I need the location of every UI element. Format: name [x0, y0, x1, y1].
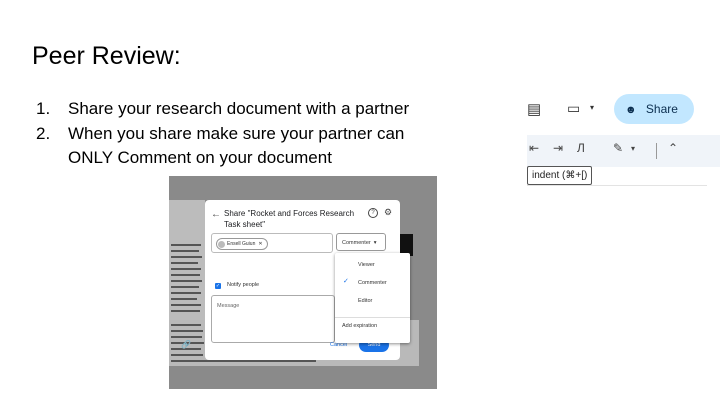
slide-title: Peer Review:	[32, 42, 181, 70]
text-line	[171, 298, 197, 300]
back-arrow-icon[interactable]: ←	[211, 209, 221, 220]
role-label: Commenter	[342, 240, 371, 246]
message-placeholder: Message	[217, 303, 240, 309]
role-menu: Viewer ✓ Commenter Editor Add expiration	[335, 253, 410, 343]
check-icon: ✓	[343, 278, 349, 285]
text-line	[171, 244, 201, 246]
text-line	[171, 268, 201, 270]
avatar	[218, 240, 225, 248]
share-people-icon: ☻	[625, 104, 637, 116]
role-dropdown-button[interactable]: Commenter ▾	[336, 233, 386, 251]
comment-icon[interactable]: ▤	[527, 100, 541, 118]
text-line	[171, 330, 203, 332]
step-text: When you share make sure your partner ca…	[68, 123, 405, 168]
step-number: 2.	[36, 123, 51, 143]
chevron-down-icon[interactable]: ▾	[631, 144, 635, 153]
step-item: 2. When you share make sure your partner…	[36, 122, 448, 171]
role-option-editor[interactable]: Editor	[358, 298, 372, 304]
text-line	[171, 324, 201, 326]
share-dialog-screenshot: ← Share "Rocket and Forces Research Task…	[169, 176, 437, 389]
chevron-down-icon: ▾	[372, 240, 377, 246]
text-line	[171, 304, 201, 306]
text-line	[171, 292, 201, 294]
indent-tooltip: indent (⌘+[)	[527, 166, 593, 185]
link-icon[interactable]: 🔗	[181, 340, 191, 349]
collapse-icon[interactable]: ⌃	[668, 141, 678, 155]
divider-line	[527, 185, 707, 186]
role-option-commenter[interactable]: Commenter	[358, 280, 387, 286]
text-line	[171, 336, 202, 338]
video-icon[interactable]: ▭	[567, 100, 580, 117]
text-line	[171, 280, 202, 282]
help-icon[interactable]: ?	[368, 208, 378, 218]
step-item: 1. Share your research document with a p…	[36, 97, 448, 122]
clear-formatting-icon[interactable]: Л	[577, 141, 585, 155]
menu-divider	[335, 317, 410, 318]
chip-name: Ensell Guiun	[227, 241, 256, 247]
notify-checkbox[interactable]: ✓	[215, 283, 221, 289]
add-expiration-option[interactable]: Add expiration	[342, 323, 377, 329]
text-line	[171, 274, 200, 276]
dialog-title: Share "Rocket and Forces Research Task s…	[224, 209, 355, 229]
text-line	[171, 250, 199, 252]
role-option-viewer[interactable]: Viewer	[358, 262, 375, 268]
text-line	[171, 256, 202, 258]
gear-icon[interactable]: ⚙	[384, 207, 392, 218]
notify-label: Notify people	[227, 282, 260, 288]
toolbar-top-row: ▤ ▭ ▾ ☻ Share	[527, 90, 720, 128]
share-button-label: Share	[645, 102, 678, 116]
chevron-down-icon[interactable]: ▾	[590, 103, 594, 112]
person-chip[interactable]: Ensell Guiun ✕	[216, 238, 268, 250]
close-icon[interactable]: ✕	[258, 239, 262, 249]
steps-list: 1. Share your research document with a p…	[36, 97, 448, 171]
step-text: Share your research document with a part…	[68, 99, 410, 118]
pencil-icon[interactable]: ✎	[613, 141, 623, 155]
step-number: 1.	[36, 99, 51, 118]
toolbar-divider	[656, 143, 657, 159]
decrease-indent-icon[interactable]: ⇤	[529, 141, 539, 155]
text-line	[171, 360, 316, 362]
text-line	[171, 310, 200, 312]
text-line	[171, 354, 203, 356]
share-button[interactable]: ☻ Share	[614, 94, 694, 124]
text-line	[171, 286, 199, 288]
increase-indent-icon[interactable]: ⇥	[553, 141, 563, 155]
text-line	[171, 262, 198, 264]
